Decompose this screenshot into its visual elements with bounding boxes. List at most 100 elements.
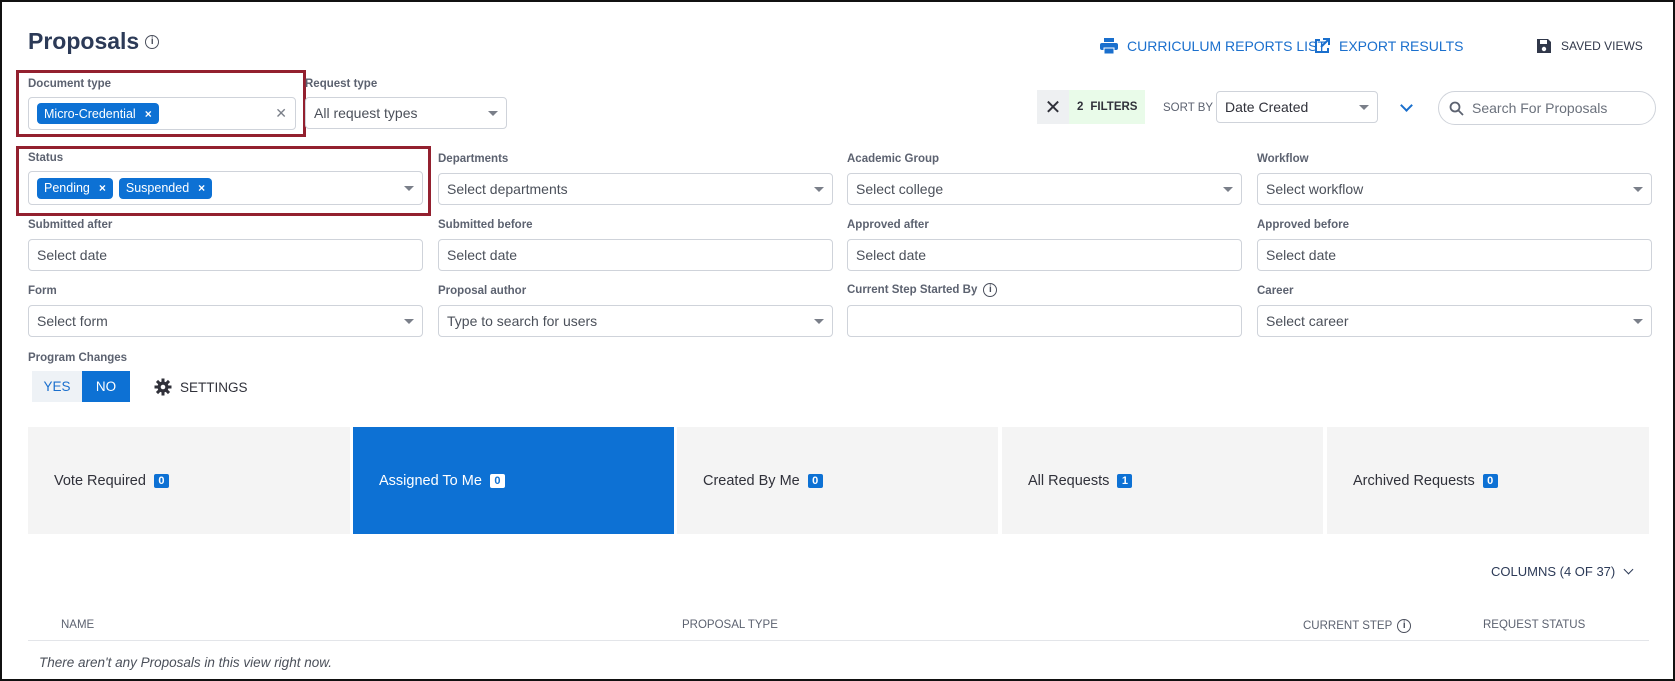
chevron-down-icon [488,110,498,116]
column-header-label: PROPOSAL TYPE [682,619,778,631]
chip-label: Suspended [125,181,190,195]
active-filters: ✕ 2 FILTERS [1037,90,1146,124]
empty-state-message: There aren't any Proposals in this view … [39,655,332,670]
filters-count: 2 [1077,101,1084,113]
curriculum-reports-label: CURRICULUM REPORTS LIST [1127,38,1326,54]
chevron-down-icon [1359,104,1369,110]
program-changes-yes-button[interactable]: YES [32,371,82,402]
chevron-down-icon [814,186,824,192]
sort-select[interactable]: Date Created [1216,91,1378,123]
close-icon[interactable]: × [145,107,152,121]
page-title-text: Proposals [28,28,140,54]
column-header-proposal-type[interactable]: PROPOSAL TYPE [682,619,778,631]
chip-micro-credential[interactable]: Micro-Credential × [37,103,159,124]
chip-suspended[interactable]: Suspended × [118,177,213,199]
tab-vote-required[interactable]: Vote Required 0 [28,427,350,534]
count-badge: 0 [153,473,169,488]
program-changes-toggle: YES NO [32,371,130,402]
filters-toggle[interactable]: 2 FILTERS [1069,90,1146,124]
filters-label: FILTERS [1090,101,1138,113]
external-link-icon [1315,38,1330,53]
academic-group-select[interactable]: Select college [847,173,1242,205]
column-header-label: REQUEST STATUS [1483,619,1586,631]
chevron-down-icon [814,318,824,324]
chip-pending[interactable]: Pending × [37,177,113,199]
submitted-after-input[interactable]: Select date [28,239,423,271]
approved-after-input[interactable]: Select date [847,239,1242,271]
career-placeholder: Select career [1266,313,1349,329]
tab-label: Created By Me [703,472,800,489]
column-header-label: NAME [61,619,95,631]
approved-before-input[interactable]: Select date [1257,239,1652,271]
request-type-label: Request type [305,78,378,90]
chevron-down-icon [1623,564,1634,575]
submitted-before-placeholder: Select date [447,247,518,263]
gear-icon [154,378,172,396]
request-type-placeholder: All request types [314,105,418,121]
form-label: Form [28,285,57,297]
table-header-divider [28,640,1649,641]
tab-label: Archived Requests [1353,472,1475,489]
workflow-label: Workflow [1257,153,1309,165]
printer-icon [1100,38,1118,54]
approved-before-label: Approved before [1257,219,1350,231]
tab-archived-requests[interactable]: Archived Requests 0 [1327,427,1649,534]
status-label: Status [28,152,64,164]
curriculum-reports-link[interactable]: CURRICULUM REPORTS LIST [1100,38,1326,54]
document-type-label: Document type [28,78,112,90]
count-badge: 1 [1117,473,1133,488]
columns-toggle[interactable]: COLUMNS (4 OF 37) [1491,564,1634,579]
chip-label: Micro-Credential [44,106,136,121]
departments-placeholder: Select departments [447,181,568,197]
current-step-started-by-input[interactable] [847,305,1242,337]
column-header-request-status[interactable]: REQUEST STATUS [1483,619,1585,631]
document-type-select[interactable]: Micro-Credential × ✕ [28,97,296,130]
close-icon[interactable]: × [198,181,205,195]
career-select[interactable]: Select career [1257,305,1652,337]
tab-assigned-to-me[interactable]: Assigned To Me 0 [353,427,674,534]
tab-all-requests[interactable]: All Requests 1 [1002,427,1323,534]
close-icon[interactable]: ✕ [275,105,287,122]
form-placeholder: Select form [37,313,108,329]
current-step-started-by-label: Current Step Started By [847,284,978,296]
tab-label: Vote Required [54,472,146,489]
approved-before-placeholder: Select date [1266,247,1337,263]
submitted-before-input[interactable]: Select date [438,239,833,271]
submitted-after-placeholder: Select date [37,247,108,263]
column-header-label: CURRENT STEP [1303,620,1393,632]
saved-views-link[interactable]: SAVED VIEWS [1536,38,1643,54]
proposal-author-select[interactable]: Type to search for users [438,305,833,337]
sort-value: Date Created [1225,99,1309,115]
departments-select[interactable]: Select departments [438,173,833,205]
tab-created-by-me[interactable]: Created By Me 0 [677,427,998,534]
search-input[interactable]: Search For Proposals [1438,91,1656,125]
proposal-author-placeholder: Type to search for users [447,313,598,329]
column-header-current-step[interactable]: CURRENT STEP i [1303,619,1412,633]
academic-group-label: Academic Group [847,153,940,165]
form-select[interactable]: Select form [28,305,423,337]
settings-label: SETTINGS [180,379,248,395]
settings-button[interactable]: SETTINGS [154,378,248,396]
page-title: Proposals i [28,28,160,55]
workflow-select[interactable]: Select workflow [1257,173,1652,205]
count-badge: 0 [1482,473,1498,488]
close-icon[interactable]: × [99,181,106,195]
approved-after-label: Approved after [847,219,929,231]
info-icon[interactable]: i [983,283,998,297]
submitted-before-label: Submitted before [438,219,533,231]
close-icon[interactable]: ✕ [1037,90,1069,124]
workflow-placeholder: Select workflow [1266,181,1364,197]
departments-label: Departments [438,153,509,165]
count-badge: 0 [489,473,505,488]
request-type-select[interactable]: All request types [305,97,507,129]
status-select[interactable]: Pending × Suspended × [28,171,423,205]
columns-toggle-label: COLUMNS (4 OF 37) [1491,564,1616,579]
column-header-name[interactable]: NAME [61,619,94,631]
current-step-started-by-label-row: Current Step Started By i [847,283,998,297]
info-icon[interactable]: i [145,34,160,49]
export-results-link[interactable]: EXPORT RESULTS [1314,38,1463,54]
info-icon[interactable]: i [1397,619,1412,633]
program-changes-no-button[interactable]: NO [82,371,130,402]
chevron-down-icon [1223,186,1233,192]
chevron-down-icon [404,185,414,191]
